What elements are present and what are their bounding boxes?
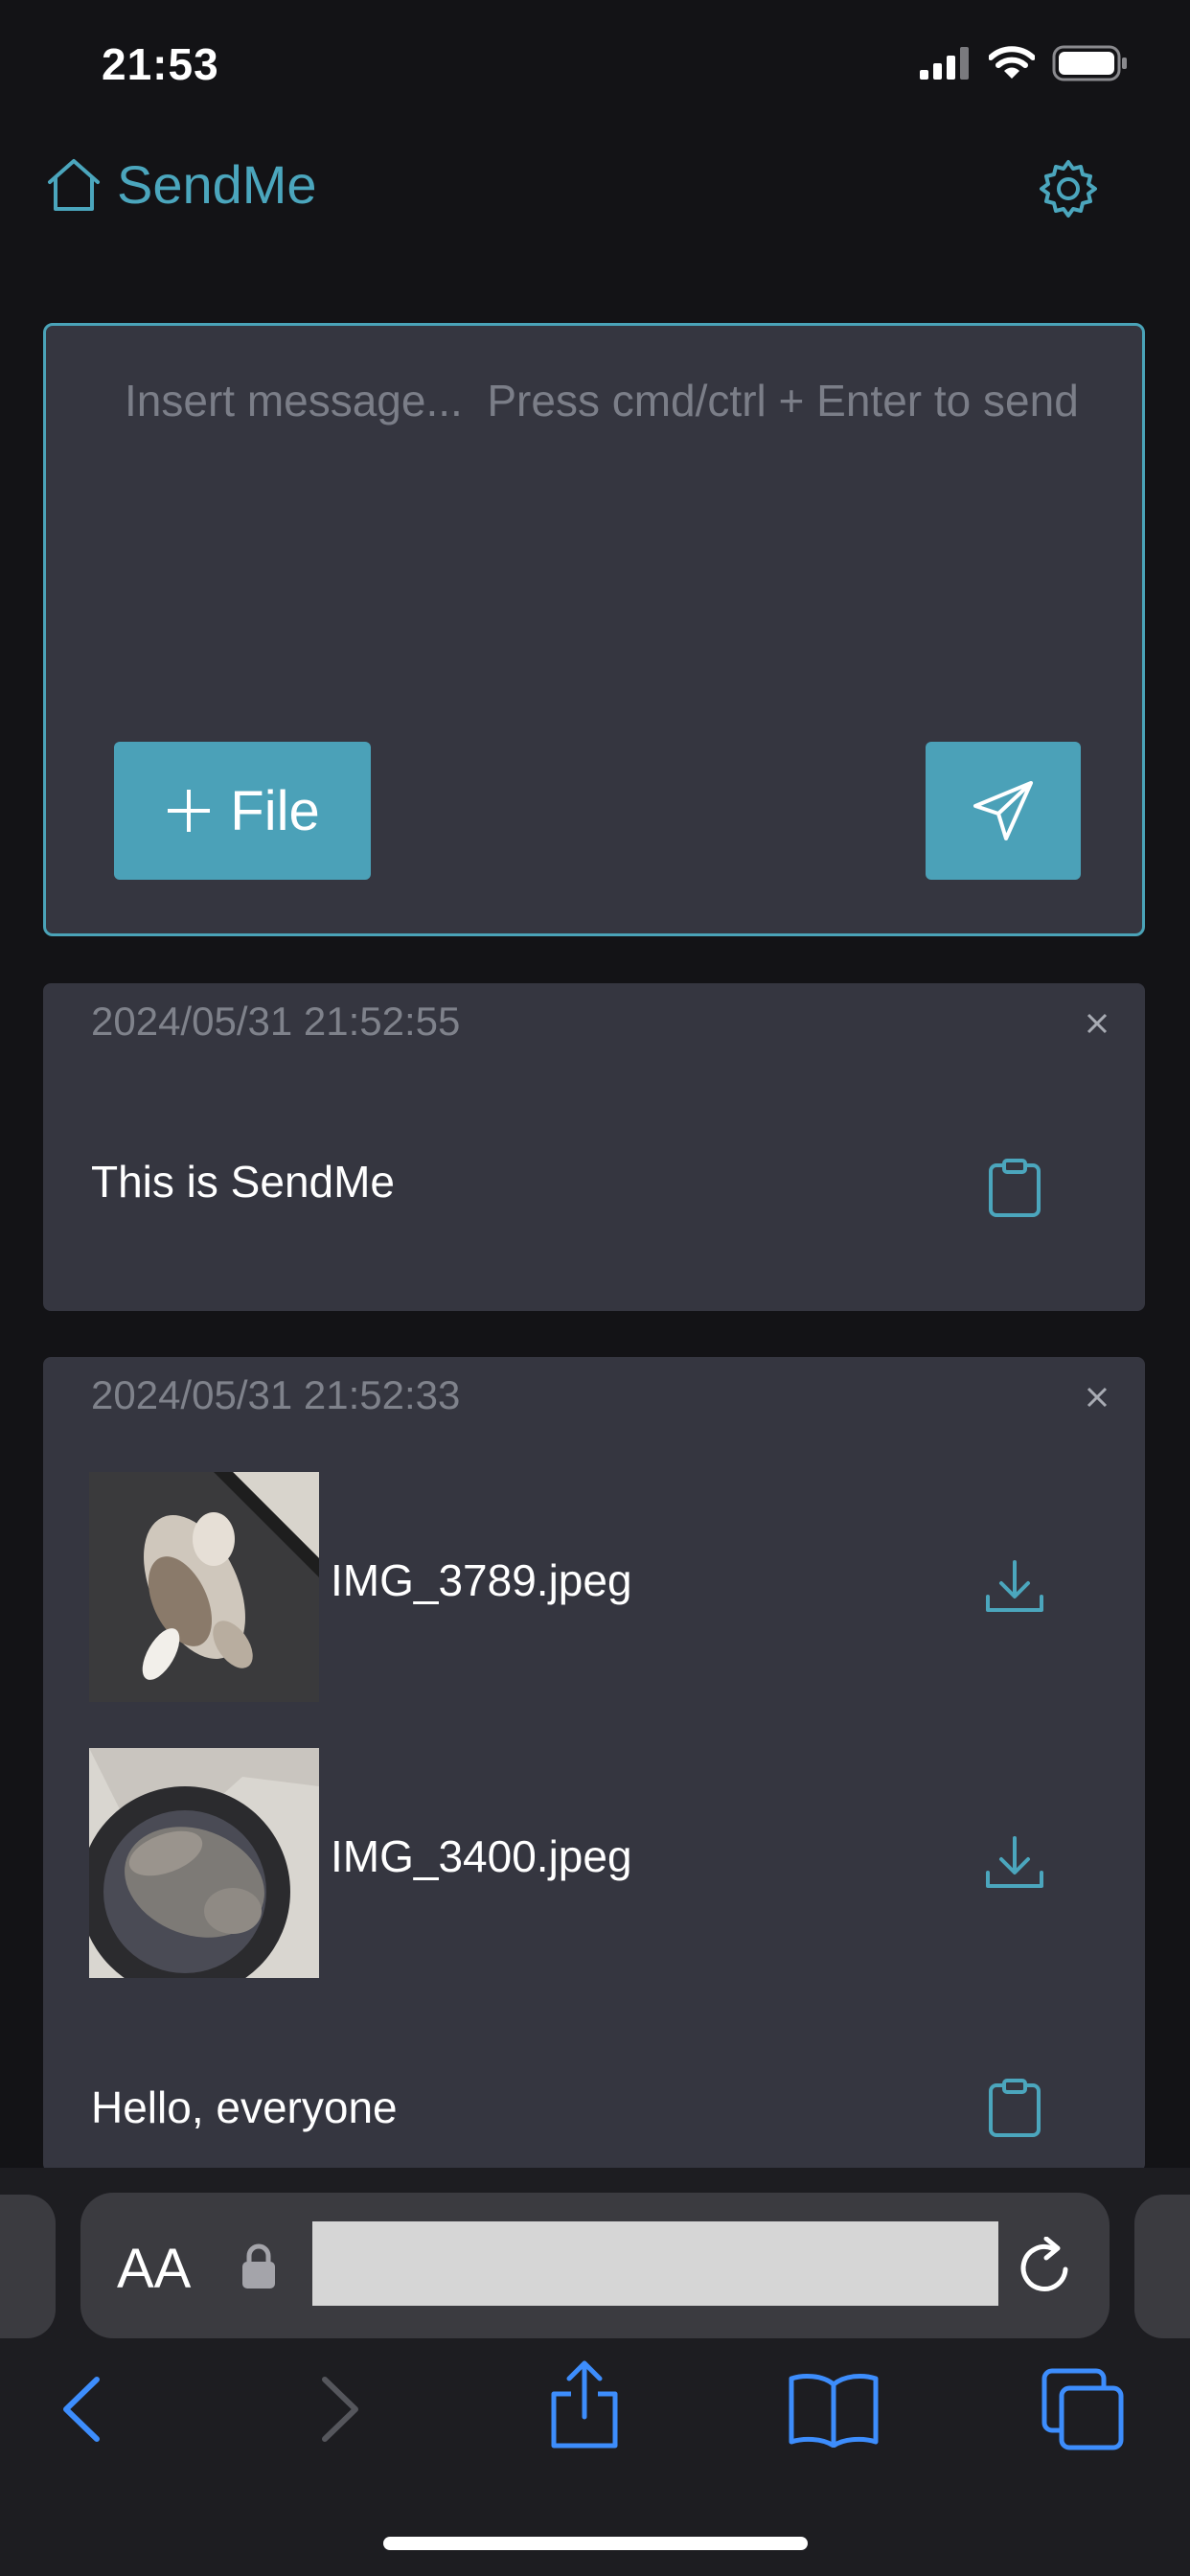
share-button[interactable]: [537, 2358, 632, 2453]
download-button[interactable]: [976, 1549, 1053, 1625]
close-icon: [1087, 1387, 1108, 1408]
download-icon: [986, 1560, 1043, 1612]
forward-button[interactable]: [291, 2361, 387, 2457]
cat-photo-image: [89, 1472, 319, 1702]
app-header[interactable]: SendMe: [44, 153, 317, 216]
file-thumbnail[interactable]: [89, 1472, 319, 1702]
home-indicator: [383, 2537, 808, 2550]
message-input[interactable]: [123, 364, 1085, 579]
delete-message-button[interactable]: [1078, 1004, 1116, 1043]
clipboard-icon: [989, 2079, 1041, 2137]
add-file-label: File: [230, 779, 320, 842]
copy-button[interactable]: [976, 1150, 1053, 1227]
download-button[interactable]: [976, 1825, 1053, 1901]
gear-icon: [1040, 160, 1097, 218]
file-thumbnail[interactable]: [89, 1748, 319, 1978]
lock-icon: [242, 2243, 275, 2288]
message-timestamp: 2024/05/31 21:52:55: [91, 999, 461, 1044]
file-name: IMG_3789.jpeg: [331, 1555, 632, 1605]
next-tab-peek[interactable]: [1134, 2195, 1190, 2338]
download-icon: [986, 1836, 1043, 1888]
message-composer: File: [43, 323, 1145, 936]
home-icon: [48, 158, 100, 211]
app-title: SendMe: [117, 154, 317, 215]
tabs-button[interactable]: [1035, 2361, 1131, 2457]
wifi-icon: [989, 46, 1035, 79]
forward-icon: [322, 2377, 358, 2442]
bookmarks-icon: [789, 2374, 879, 2448]
signal-icon: [920, 47, 969, 80]
message-card: 2024/05/31 21:52:55 This is SendMe: [43, 983, 1145, 1311]
text-size-button[interactable]: AA: [117, 2237, 191, 2301]
settings-button[interactable]: [1037, 157, 1100, 220]
back-icon: [63, 2377, 100, 2442]
battery-icon: [1052, 45, 1127, 81]
file-name: IMG_3400.jpeg: [331, 1831, 632, 1881]
message-text: Hello, everyone: [91, 2082, 398, 2132]
address-bar[interactable]: AA: [80, 2193, 1110, 2338]
plus-icon: [168, 790, 211, 832]
status-time: 21:53: [102, 39, 219, 89]
message-card: 2024/05/31 21:52:33 IMG_3789.jpeg IMG_34…: [43, 1357, 1145, 2172]
message-timestamp: 2024/05/31 21:52:33: [91, 1372, 461, 1417]
message-text: This is SendMe: [91, 1157, 396, 1207]
send-button[interactable]: [926, 742, 1081, 880]
close-icon: [1087, 1013, 1108, 1034]
url-field[interactable]: [312, 2221, 998, 2306]
previous-tab-peek[interactable]: [0, 2195, 56, 2338]
add-file-button[interactable]: File: [114, 742, 371, 880]
status-icons: [920, 44, 1129, 82]
bookmarks-button[interactable]: [786, 2361, 881, 2457]
send-icon: [973, 781, 1033, 840]
reload-icon[interactable]: [1018, 2237, 1075, 2296]
clipboard-icon: [989, 1159, 1041, 1217]
delete-message-button[interactable]: [1078, 1378, 1116, 1416]
cat-photo-image: [89, 1748, 319, 1978]
share-icon: [551, 2360, 618, 2449]
copy-button[interactable]: [976, 2070, 1053, 2147]
back-button[interactable]: [34, 2361, 130, 2457]
tabs-icon: [1041, 2368, 1124, 2450]
